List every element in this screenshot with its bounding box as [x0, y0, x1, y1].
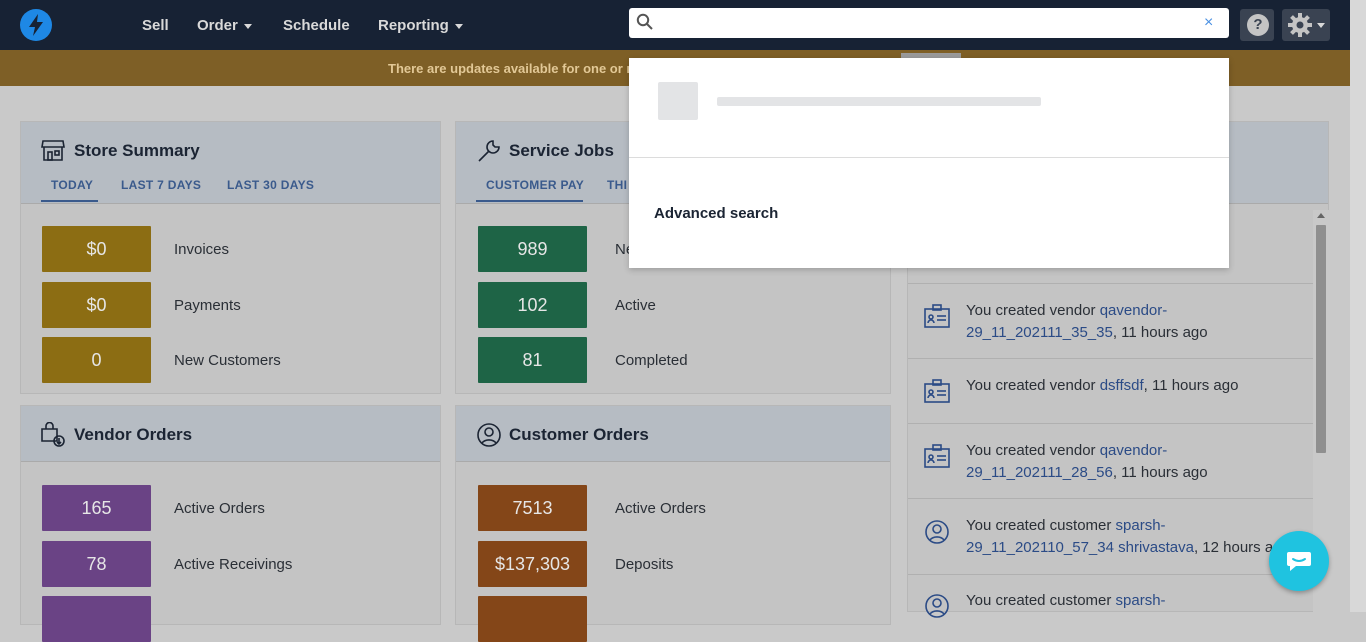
- scroll-up-arrow-icon[interactable]: [1317, 213, 1325, 218]
- chevron-down-icon: [454, 23, 463, 29]
- app-logo[interactable]: [20, 9, 52, 41]
- stat-value[interactable]: $137,303: [478, 541, 587, 587]
- activity-suffix: , 11 hours ago: [1112, 324, 1208, 341]
- list-item: You created vendor dsffsdf, 11 hours ago: [908, 359, 1313, 424]
- wrench-icon: [478, 140, 500, 162]
- activity-text: You created vendor qavendor-29_11_202111…: [966, 300, 1306, 344]
- top-navbar: Sell Order Schedule Reporting × ?: [0, 0, 1366, 50]
- list-item: You created customer sparsh-29_11_202110…: [908, 499, 1313, 575]
- stat-value[interactable]: 0: [42, 337, 151, 383]
- nav-reporting[interactable]: Reporting: [378, 17, 463, 34]
- stat-value[interactable]: 78: [42, 541, 151, 587]
- list-item: You created vendor qavendor-29_11_202111…: [908, 424, 1313, 499]
- activity-suffix: , 11 hours ago: [1112, 464, 1208, 481]
- banner-text: There are updates available for one or m: [388, 61, 638, 76]
- nav-reporting-label: Reporting: [378, 17, 449, 34]
- clear-search-icon[interactable]: ×: [1204, 14, 1213, 32]
- activity-link[interactable]: sparsh-: [1116, 592, 1166, 609]
- stat-label: Deposits: [615, 556, 674, 573]
- nav-sell-label: Sell: [142, 17, 169, 34]
- divider: [629, 157, 1229, 158]
- activity-prefix: You created vendor: [966, 377, 1100, 394]
- activity-prefix: You created customer: [966, 592, 1116, 609]
- activity-suffix: , 11 hours ago: [1143, 377, 1239, 394]
- active-tab-indicator: [476, 200, 583, 202]
- nav-schedule[interactable]: Schedule: [283, 17, 350, 34]
- card-header: Customer Orders: [456, 406, 890, 462]
- stat-value[interactable]: 102: [478, 282, 587, 328]
- stat-value[interactable]: $0: [42, 282, 151, 328]
- tab-customer-pay[interactable]: CUSTOMER PAY: [486, 178, 584, 192]
- vendor-icon: [924, 379, 950, 403]
- active-tab-indicator: [41, 200, 98, 202]
- settings-button[interactable]: [1282, 9, 1330, 41]
- help-icon: ?: [1247, 14, 1269, 36]
- activity-prefix: You created customer: [966, 517, 1116, 534]
- activity-link[interactable]: dsffsdf: [1100, 377, 1144, 394]
- nav-schedule-label: Schedule: [283, 17, 350, 34]
- stat-label: Active: [615, 297, 656, 314]
- stat-value[interactable]: 165: [42, 485, 151, 531]
- card-header: Vendor Orders: [21, 406, 440, 462]
- vendor-icon: [924, 444, 950, 468]
- activity-text: You created vendor qavendor-29_11_202111…: [966, 440, 1306, 484]
- vendor-orders-icon: [41, 422, 65, 447]
- tab-today[interactable]: TODAY: [51, 178, 93, 192]
- stat-label: Active Orders: [174, 500, 265, 517]
- vendor-icon: [924, 304, 950, 328]
- card-title: Customer Orders: [509, 425, 649, 444]
- tab-last-30-days[interactable]: LAST 30 DAYS: [227, 178, 314, 192]
- stat-label: Completed: [615, 352, 688, 369]
- page-scrollbar[interactable]: [1350, 0, 1366, 612]
- customer-icon: [925, 594, 949, 618]
- customer-icon: [925, 520, 949, 544]
- loading-text-placeholder: [717, 97, 1041, 106]
- stat-value[interactable]: $0: [42, 226, 151, 272]
- activity-text: You created customer sparsh-: [966, 590, 1306, 612]
- stat-value-partial[interactable]: [478, 596, 587, 642]
- chat-button[interactable]: [1269, 531, 1329, 591]
- customer-orders-card: Customer Orders 7513 Active Orders $137,…: [455, 405, 891, 642]
- stat-label: Payments: [174, 297, 241, 314]
- vendor-orders-card: Vendor Orders 165 Active Orders 78 Activ…: [20, 405, 441, 642]
- tab-last-7-days[interactable]: LAST 7 DAYS: [121, 178, 201, 192]
- card-title: Service Jobs: [509, 141, 614, 160]
- help-button[interactable]: ?: [1240, 9, 1274, 41]
- tab-third-party[interactable]: THI: [607, 178, 627, 192]
- activity-prefix: You created vendor: [966, 302, 1100, 319]
- card-title: Store Summary: [74, 141, 200, 160]
- activity-text: You created customer sparsh-29_11_202110…: [966, 515, 1306, 559]
- card-title: Vendor Orders: [74, 425, 193, 444]
- search-input[interactable]: [655, 12, 1195, 34]
- scroll-thumb[interactable]: [1316, 225, 1326, 453]
- chat-icon: [1287, 552, 1311, 571]
- nav-sell[interactable]: Sell: [142, 17, 169, 34]
- list-item: You created vendor qavendor-29_11_202111…: [908, 284, 1313, 359]
- gear-icon: [1288, 13, 1312, 37]
- nav-order-label: Order: [197, 17, 238, 34]
- activity-prefix: You created vendor: [966, 442, 1100, 459]
- stat-value[interactable]: 81: [478, 337, 587, 383]
- card-header: Store Summary TODAY LAST 7 DAYS LAST 30 …: [21, 122, 440, 204]
- stat-label: Invoices: [174, 241, 230, 258]
- search-results-dropdown: Advanced search: [629, 58, 1229, 268]
- stat-value[interactable]: 7513: [478, 485, 587, 531]
- customer-icon: [477, 423, 501, 447]
- stat-label: Active Receivings: [174, 556, 293, 573]
- nav-order[interactable]: Order: [197, 17, 252, 34]
- stat-value[interactable]: 989: [478, 226, 587, 272]
- chevron-down-icon: [1317, 23, 1325, 28]
- list-item: You created customer sparsh-: [908, 575, 1313, 635]
- loading-thumbnail-placeholder: [658, 82, 698, 120]
- stat-label: Active Orders: [615, 500, 706, 517]
- search-icon: [636, 13, 653, 30]
- chevron-down-icon: [243, 23, 252, 29]
- store-icon: [41, 140, 65, 161]
- activity-text: You created vendor dsffsdf, 11 hours ago: [966, 375, 1306, 397]
- stat-label: New Customers: [174, 352, 281, 369]
- advanced-search-link[interactable]: Advanced search: [654, 205, 778, 222]
- stat-value-partial[interactable]: [42, 596, 151, 642]
- global-search: ×: [629, 8, 1229, 38]
- store-summary-card: Store Summary TODAY LAST 7 DAYS LAST 30 …: [20, 121, 441, 394]
